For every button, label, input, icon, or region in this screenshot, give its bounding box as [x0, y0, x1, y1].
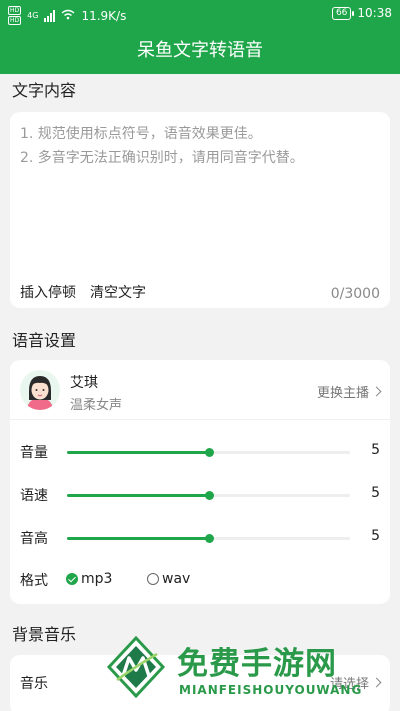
speed-value: 5 — [371, 485, 380, 501]
text-input-card: 插入停顿 清空文字 0/3000 — [10, 112, 390, 308]
speed-label: 语速 — [20, 488, 48, 504]
speed-row: 语速 5 — [10, 479, 390, 511]
pitch-label: 音高 — [20, 531, 48, 547]
text-section-title: 文字内容 — [12, 81, 77, 100]
voice-section-title: 语音设置 — [12, 331, 77, 350]
pitch-slider-fill — [67, 537, 209, 540]
format-option-wav[interactable]: wav — [147, 571, 190, 587]
clock: 10:38 — [357, 6, 392, 20]
network-speed: 11.9K/s — [81, 8, 127, 23]
anchor-description: 温柔女声 — [70, 398, 123, 413]
change-anchor-button[interactable]: 更换主播 — [316, 382, 382, 401]
clear-text-button[interactable]: 清空文字 — [90, 282, 146, 302]
avatar — [20, 370, 60, 410]
pitch-value: 5 — [371, 528, 380, 544]
anchor-name: 艾琪 — [70, 375, 98, 391]
watermark-logo — [106, 636, 166, 698]
speed-slider[interactable] — [67, 491, 350, 500]
pitch-slider[interactable] — [67, 534, 350, 543]
sim-label-2: HD — [8, 16, 22, 25]
volume-value: 5 — [371, 442, 380, 458]
speed-slider-fill — [67, 494, 209, 497]
app-title: 呆鱼文字转语音 — [137, 40, 263, 61]
battery-icon: 66 — [331, 6, 355, 20]
watermark: 免费手游网 MIANFEISHOUYOUWANG — [105, 636, 400, 711]
format-option-mp3-label: mp3 — [81, 571, 113, 587]
signal-icon — [44, 9, 56, 22]
change-anchor-label: 更换主播 — [316, 386, 369, 401]
volume-row: 音量 5 — [10, 436, 390, 468]
volume-slider-thumb[interactable] — [204, 448, 214, 457]
watermark-title: 免费手游网 — [177, 646, 337, 682]
volume-slider[interactable] — [67, 448, 350, 457]
anchor-row[interactable]: 艾琪 温柔女声 更换主播 — [10, 360, 390, 420]
format-option-wav-label: wav — [162, 571, 191, 587]
sim-icon: HD HD — [8, 6, 22, 25]
char-counter: 0/3000 — [330, 286, 380, 302]
wifi-icon — [61, 9, 75, 23]
insert-pause-button[interactable]: 插入停顿 — [20, 282, 76, 302]
radio-checked-icon — [66, 573, 78, 585]
pitch-slider-thumb[interactable] — [204, 534, 214, 543]
volume-slider-fill — [67, 451, 209, 454]
status-bar: HD HD 4G 11.9K/s 66 10:38 — [0, 0, 400, 28]
text-content-input[interactable] — [20, 122, 380, 272]
app-bar: 呆鱼文字转语音 — [0, 28, 400, 74]
music-section-title: 背景音乐 — [12, 625, 77, 644]
voice-settings-card: 艾琪 温柔女声 更换主播 音量 5 语速 5 音高 5 格式 mp3 wav — [10, 360, 390, 604]
format-label: 格式 — [20, 573, 48, 589]
sim-label-1: HD — [8, 6, 22, 15]
radio-unchecked-icon — [147, 573, 159, 585]
chevron-right-icon — [371, 386, 382, 397]
format-row: 格式 mp3 wav — [10, 568, 390, 592]
format-option-mp3[interactable]: mp3 — [66, 571, 112, 587]
pitch-row: 音高 5 — [10, 522, 390, 554]
battery-level: 66 — [335, 7, 348, 18]
network-label: 4G — [27, 11, 39, 20]
speed-slider-thumb[interactable] — [204, 491, 214, 500]
volume-label: 音量 — [20, 445, 48, 461]
watermark-subtitle: MIANFEISHOUYOUWANG — [179, 683, 363, 697]
music-label: 音乐 — [20, 676, 48, 692]
